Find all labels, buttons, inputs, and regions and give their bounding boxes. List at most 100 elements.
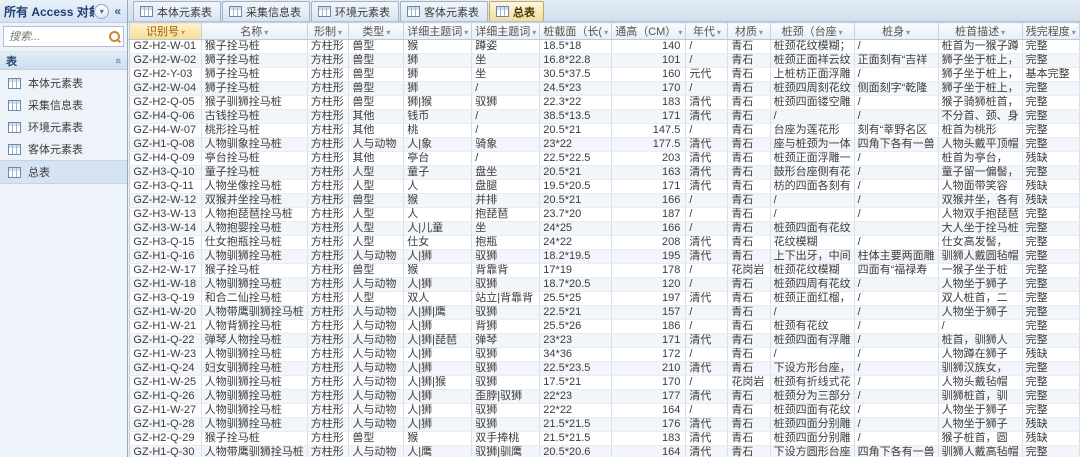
cell[interactable]: 清代 xyxy=(686,418,728,432)
cell[interactable]: GZ-H2-W-04 xyxy=(130,82,201,96)
cell[interactable]: 方柱形 xyxy=(307,306,349,320)
cell[interactable]: 方柱形 xyxy=(307,348,349,362)
cell[interactable]: 24*22 xyxy=(540,236,612,250)
cell[interactable]: / xyxy=(854,68,938,82)
cell[interactable]: GZ-H3-Q-10 xyxy=(130,166,201,180)
cell[interactable]: / xyxy=(854,348,938,362)
cell[interactable]: / xyxy=(770,208,854,222)
cell[interactable]: 桩首，驯狮人 xyxy=(938,334,1022,348)
cell[interactable]: 驯狮汉族女， xyxy=(938,362,1022,376)
cell[interactable]: GZ-H1-Q-28 xyxy=(130,418,201,432)
cell[interactable]: 猴 xyxy=(404,264,472,278)
cell[interactable]: 23.7*20 xyxy=(540,208,612,222)
cell[interactable]: 人物驯狮拴马桩 xyxy=(201,278,307,292)
cell[interactable]: 兽型 xyxy=(349,54,404,68)
cell[interactable]: 清代 xyxy=(686,96,728,110)
cell[interactable]: 兽型 xyxy=(349,432,404,446)
cell[interactable]: 青石 xyxy=(728,250,770,264)
cell[interactable]: 197 xyxy=(612,292,686,306)
cell[interactable]: 18.7*20.5 xyxy=(540,278,612,292)
cell[interactable]: 人物双手抱琵琶 xyxy=(938,208,1022,222)
cell[interactable]: GZ-H1-W-23 xyxy=(130,348,201,362)
cell[interactable]: / xyxy=(854,320,938,334)
cell[interactable]: 背狮 xyxy=(472,320,540,334)
cell[interactable]: 22.5*23.5 xyxy=(540,362,612,376)
cell[interactable]: 双人桩首，二 xyxy=(938,292,1022,306)
cell[interactable]: 青石 xyxy=(728,96,770,110)
cell[interactable]: 23*23 xyxy=(540,334,612,348)
cell[interactable]: 驭狮 xyxy=(472,404,540,418)
cell[interactable]: 桩颈四面分别雕 xyxy=(770,418,854,432)
cell[interactable]: 四角下各有一兽 xyxy=(854,138,938,152)
column-header[interactable]: 桩身▾ xyxy=(854,23,938,40)
cell[interactable]: / xyxy=(854,180,938,194)
cell[interactable]: 人|狮|鹰 xyxy=(404,306,472,320)
cell[interactable]: 人与动物 xyxy=(349,362,404,376)
cell[interactable]: 驭狮 xyxy=(472,250,540,264)
cell[interactable]: 狮|猴 xyxy=(404,96,472,110)
cell[interactable]: 方柱形 xyxy=(307,236,349,250)
cell[interactable]: 狮子坐于桩上， xyxy=(938,68,1022,82)
cell[interactable]: GZ-H2-Y-03 xyxy=(130,68,201,82)
cell[interactable]: 桩颈四面有花纹 xyxy=(770,222,854,236)
cell[interactable]: 桩颈四周有花纹 xyxy=(770,278,854,292)
cell[interactable]: GZ-H3-Q-19 xyxy=(130,292,201,306)
cell[interactable]: 方柱形 xyxy=(307,124,349,138)
cell[interactable]: 歪脖|驭狮 xyxy=(472,390,540,404)
cell[interactable]: 驭狮 xyxy=(472,348,540,362)
cell[interactable]: 完整 xyxy=(1022,404,1079,418)
cell[interactable]: 方柱形 xyxy=(307,432,349,446)
cell[interactable]: 桃形拴马桩 xyxy=(201,124,307,138)
cell[interactable]: 人物抱婴拴马桩 xyxy=(201,222,307,236)
cell[interactable]: 完整 xyxy=(1022,306,1079,320)
cell[interactable]: 人|狮|琵琶 xyxy=(404,334,472,348)
cell[interactable]: 人|狮 xyxy=(404,278,472,292)
cell[interactable]: 双猴并坐，各有 xyxy=(938,194,1022,208)
sort-filter-dropdown-icon[interactable]: ▾ xyxy=(181,28,185,37)
cell[interactable]: 方柱形 xyxy=(307,180,349,194)
cell[interactable]: / xyxy=(686,404,728,418)
cell[interactable]: / xyxy=(854,278,938,292)
cell[interactable]: 亭台拴马桩 xyxy=(201,152,307,166)
cell[interactable]: 人物驯狮拴马桩 xyxy=(201,250,307,264)
sidebar-item-table[interactable]: 环境元素表 xyxy=(0,116,127,138)
document-tab[interactable]: 总表 xyxy=(489,1,544,21)
cell[interactable]: 22.3*22 xyxy=(540,96,612,110)
cell[interactable]: 人|狮 xyxy=(404,348,472,362)
cell[interactable]: 完整 xyxy=(1022,278,1079,292)
cell[interactable]: 和合二仙拴马桩 xyxy=(201,292,307,306)
cell[interactable]: 22.5*22.5 xyxy=(540,152,612,166)
shutter-bar-collapse-icon[interactable]: « xyxy=(112,4,123,18)
cell[interactable]: 站立|背靠背 xyxy=(472,292,540,306)
cell[interactable]: / xyxy=(854,166,938,180)
column-header[interactable]: 桩首描述▾ xyxy=(938,23,1022,40)
cell[interactable]: 人与动物 xyxy=(349,348,404,362)
cell[interactable]: / xyxy=(686,54,728,68)
cell[interactable]: 人|狮 xyxy=(404,320,472,334)
cell[interactable]: 方柱形 xyxy=(307,166,349,180)
sort-filter-dropdown-icon[interactable]: ▾ xyxy=(1072,28,1076,37)
cell[interactable]: GZ-H3-W-13 xyxy=(130,208,201,222)
cell[interactable]: 元代 xyxy=(686,68,728,82)
cell[interactable]: 人物坐于狮子 xyxy=(938,278,1022,292)
cell[interactable]: 青石 xyxy=(728,68,770,82)
cell[interactable]: 四角下各有一兽 xyxy=(854,446,938,457)
cell[interactable]: 桩首为亭台， xyxy=(938,152,1022,166)
sidebar-item-table[interactable]: 采集信息表 xyxy=(0,94,127,116)
cell[interactable]: / xyxy=(854,292,938,306)
cell[interactable]: GZ-H1-Q-26 xyxy=(130,390,201,404)
cell[interactable]: 花岗岩 xyxy=(728,264,770,278)
cell[interactable]: 方柱形 xyxy=(307,250,349,264)
column-header[interactable]: 形制▾ xyxy=(307,23,349,40)
cell[interactable]: 狮 xyxy=(404,54,472,68)
cell[interactable]: / xyxy=(686,40,728,54)
cell[interactable]: 195 xyxy=(612,250,686,264)
cell[interactable]: 清代 xyxy=(686,432,728,446)
cell[interactable]: 猴子骑狮桩首， xyxy=(938,96,1022,110)
cell[interactable]: GZ-H1-Q-08 xyxy=(130,138,201,152)
cell[interactable]: 坐 xyxy=(472,68,540,82)
cell[interactable]: 青石 xyxy=(728,390,770,404)
cell[interactable]: 青石 xyxy=(728,278,770,292)
cell[interactable]: 147.5 xyxy=(612,124,686,138)
cell[interactable]: 方柱形 xyxy=(307,40,349,54)
